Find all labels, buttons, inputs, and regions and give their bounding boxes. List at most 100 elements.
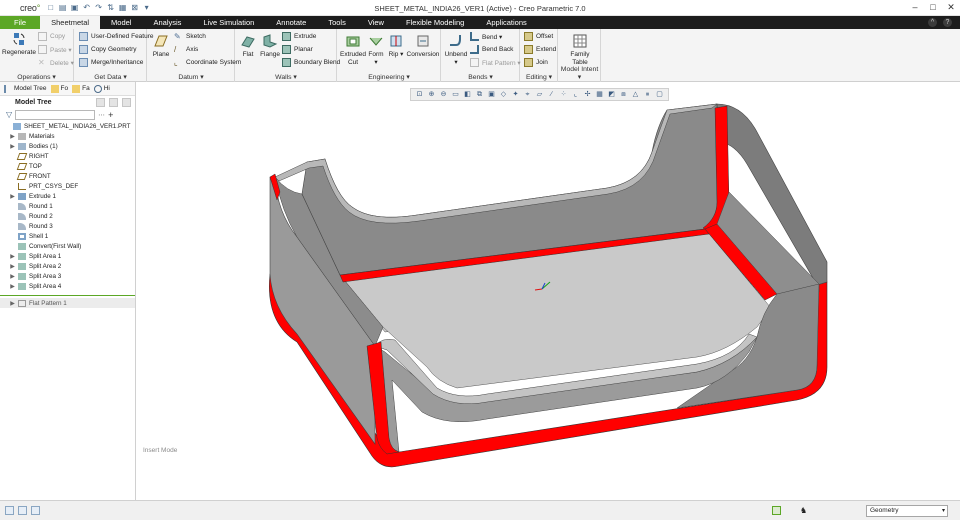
bend-back-button[interactable]: Bend Back	[470, 45, 513, 54]
nav-tab-folder-browser[interactable]: Fo	[50, 84, 68, 93]
copy-button[interactable]: Copy	[38, 32, 65, 41]
customize-dropdown-icon[interactable]: ▾	[142, 3, 151, 12]
filter-icon[interactable]: ▽	[6, 110, 12, 119]
tree-expander[interactable]: ▶	[9, 193, 16, 200]
delete-button[interactable]: ✕ Delete ▾	[38, 58, 74, 67]
tree-item-materials[interactable]: ▶ Materials	[0, 131, 135, 141]
operations-group-label[interactable]: Operations ▾	[0, 73, 73, 81]
smart-selection-icon[interactable]: ♞	[800, 506, 809, 515]
tree-expander[interactable]: ▶	[9, 263, 16, 270]
tree-item-csys[interactable]: PRT_CSYS_DEF	[0, 181, 135, 191]
tab-flexible-modeling[interactable]: Flexible Modeling	[395, 16, 475, 29]
get-data-group-label[interactable]: Get Data ▾	[75, 73, 146, 81]
copy-geometry-button[interactable]: Copy Geometry	[79, 45, 137, 54]
boundary-blend-button[interactable]: Boundary Blend	[282, 58, 340, 67]
tree-item-split-area-1[interactable]: ▶ Split Area 1	[0, 251, 135, 261]
datum-group-label[interactable]: Datum ▾	[148, 73, 234, 81]
selection-filter-dropdown[interactable]: Geometry ▾	[866, 505, 948, 517]
tree-settings-icon[interactable]	[96, 97, 105, 107]
sketch-button[interactable]: ✎ Sketch	[174, 32, 206, 41]
family-table-button[interactable]: Family Table	[563, 33, 597, 66]
nav-tab-history[interactable]: Hi	[93, 84, 110, 93]
graphics-window[interactable]: ⊡ ⊕ ⊖ ▭ ◧ ⧉ ▣ ◇ ✦ ⌖ ▱ ∕ ⁘ ⌞ ✢ ▦ ◩ ⧈ △ ⏸ …	[137, 82, 960, 500]
tab-file[interactable]: File	[0, 16, 41, 29]
tree-item-split-area-3[interactable]: ▶ Split Area 3	[0, 271, 135, 281]
minimize-icon[interactable]: –	[910, 2, 920, 13]
fullscreen-toggle-icon[interactable]	[31, 506, 40, 515]
flat-button[interactable]: Flat	[238, 33, 258, 59]
tab-applications[interactable]: Applications	[475, 16, 537, 29]
browser-toggle-icon[interactable]	[18, 506, 27, 515]
planar-button[interactable]: Planar	[282, 45, 313, 54]
nav-tab-model-tree[interactable]: Model Tree	[4, 84, 47, 93]
tab-live-simulation[interactable]: Live Simulation	[192, 16, 265, 29]
unbend-button[interactable]: Unbend ▾	[444, 33, 468, 66]
tree-expander[interactable]: ▶	[9, 143, 16, 150]
tree-item-convert[interactable]: Convert(First Wall)	[0, 241, 135, 251]
close-window-icon[interactable]: ⊠	[130, 3, 139, 12]
offset-button[interactable]: Offset	[524, 32, 553, 41]
axis-button[interactable]: / Axis	[174, 45, 198, 54]
form-button[interactable]: Form ▾	[366, 33, 386, 66]
tree-show-icon[interactable]	[109, 97, 118, 107]
tree-search-more-icon[interactable]: ⋯	[98, 111, 105, 119]
tree-search-input[interactable]	[15, 109, 96, 120]
close-icon[interactable]: ✕	[946, 2, 956, 13]
maximize-icon[interactable]: □	[928, 2, 938, 13]
bends-group-label[interactable]: Bends ▾	[442, 73, 519, 81]
extend-button[interactable]: Extend	[524, 45, 556, 54]
tree-item-shell-1[interactable]: Shell 1	[0, 231, 135, 241]
tree-add-icon[interactable]: +	[108, 110, 113, 120]
minimize-ribbon-icon[interactable]: ^	[928, 18, 937, 27]
tree-item-round-1[interactable]: Round 1	[0, 201, 135, 211]
join-button[interactable]: Join	[524, 58, 548, 67]
tree-expander[interactable]: ▶	[9, 283, 16, 290]
tree-item-round-2[interactable]: Round 2	[0, 211, 135, 221]
merge-inheritance-button[interactable]: Merge/Inheritance	[79, 58, 143, 67]
tab-sheetmetal[interactable]: Sheetmetal	[40, 16, 101, 29]
engineering-group-label[interactable]: Engineering ▾	[338, 73, 440, 81]
extruded-cut-button[interactable]: Extruded Cut	[340, 33, 366, 66]
editing-group-label[interactable]: Editing ▾	[521, 73, 557, 81]
redo-icon[interactable]: ↷	[94, 3, 103, 12]
tree-expander[interactable]: ▶	[9, 133, 16, 140]
tree-expander[interactable]: ▶	[9, 273, 16, 280]
tree-item-bodies[interactable]: ▶ Bodies (1)	[0, 141, 135, 151]
tree-item-split-area-4[interactable]: ▶ Split Area 4	[0, 281, 135, 291]
regenerate-icon[interactable]: ⇅	[106, 3, 115, 12]
tree-item-extrude-1[interactable]: ▶ Extrude 1	[0, 191, 135, 201]
udf-button[interactable]: User-Defined Feature	[79, 32, 154, 41]
tab-analysis[interactable]: Analysis	[142, 16, 192, 29]
undo-icon[interactable]: ↶	[82, 3, 91, 12]
tab-model[interactable]: Model	[100, 16, 142, 29]
flange-button[interactable]: Flange	[258, 33, 282, 59]
walls-group-label[interactable]: Walls ▾	[236, 73, 336, 81]
tree-item-flat-pattern[interactable]: ▶ Flat Pattern 1	[0, 298, 135, 308]
tree-item-top[interactable]: TOP	[0, 161, 135, 171]
regenerate-button[interactable]: Regenerate	[2, 31, 36, 57]
new-file-icon[interactable]: □	[46, 3, 55, 12]
tree-item-right[interactable]: RIGHT	[0, 151, 135, 161]
tab-view[interactable]: View	[357, 16, 395, 29]
flat-pattern-button[interactable]: Flat Pattern ▾	[470, 58, 521, 67]
insert-here-marker[interactable]	[0, 295, 135, 296]
tree-columns-icon[interactable]	[122, 97, 131, 107]
paste-button[interactable]: Paste ▾	[38, 45, 72, 54]
tree-expander[interactable]: ▶	[9, 253, 16, 260]
nav-tab-favorites[interactable]: Fa	[72, 84, 90, 93]
extrude-button[interactable]: Extrude	[282, 32, 316, 41]
model-intent-group-label[interactable]: Model Intent ▾	[559, 66, 600, 81]
tab-tools[interactable]: Tools	[317, 16, 357, 29]
tree-item-front[interactable]: FRONT	[0, 171, 135, 181]
tree-item-split-area-2[interactable]: ▶ Split Area 2	[0, 261, 135, 271]
help-icon[interactable]: ?	[943, 18, 952, 27]
navigator-toggle-icon[interactable]	[5, 506, 14, 515]
tree-item-round-3[interactable]: Round 3	[0, 221, 135, 231]
rip-button[interactable]: Rip ▾	[386, 33, 406, 59]
open-file-icon[interactable]: ▤	[58, 3, 67, 12]
coordinate-system-button[interactable]: ⌞ Coordinate System	[174, 58, 241, 67]
save-icon[interactable]: ▣	[70, 3, 79, 12]
tab-annotate[interactable]: Annotate	[265, 16, 317, 29]
tree-item-part[interactable]: SHEET_METAL_INDIA26_VER1.PRT	[0, 121, 135, 131]
sheet-metal-model[interactable]	[137, 82, 960, 500]
